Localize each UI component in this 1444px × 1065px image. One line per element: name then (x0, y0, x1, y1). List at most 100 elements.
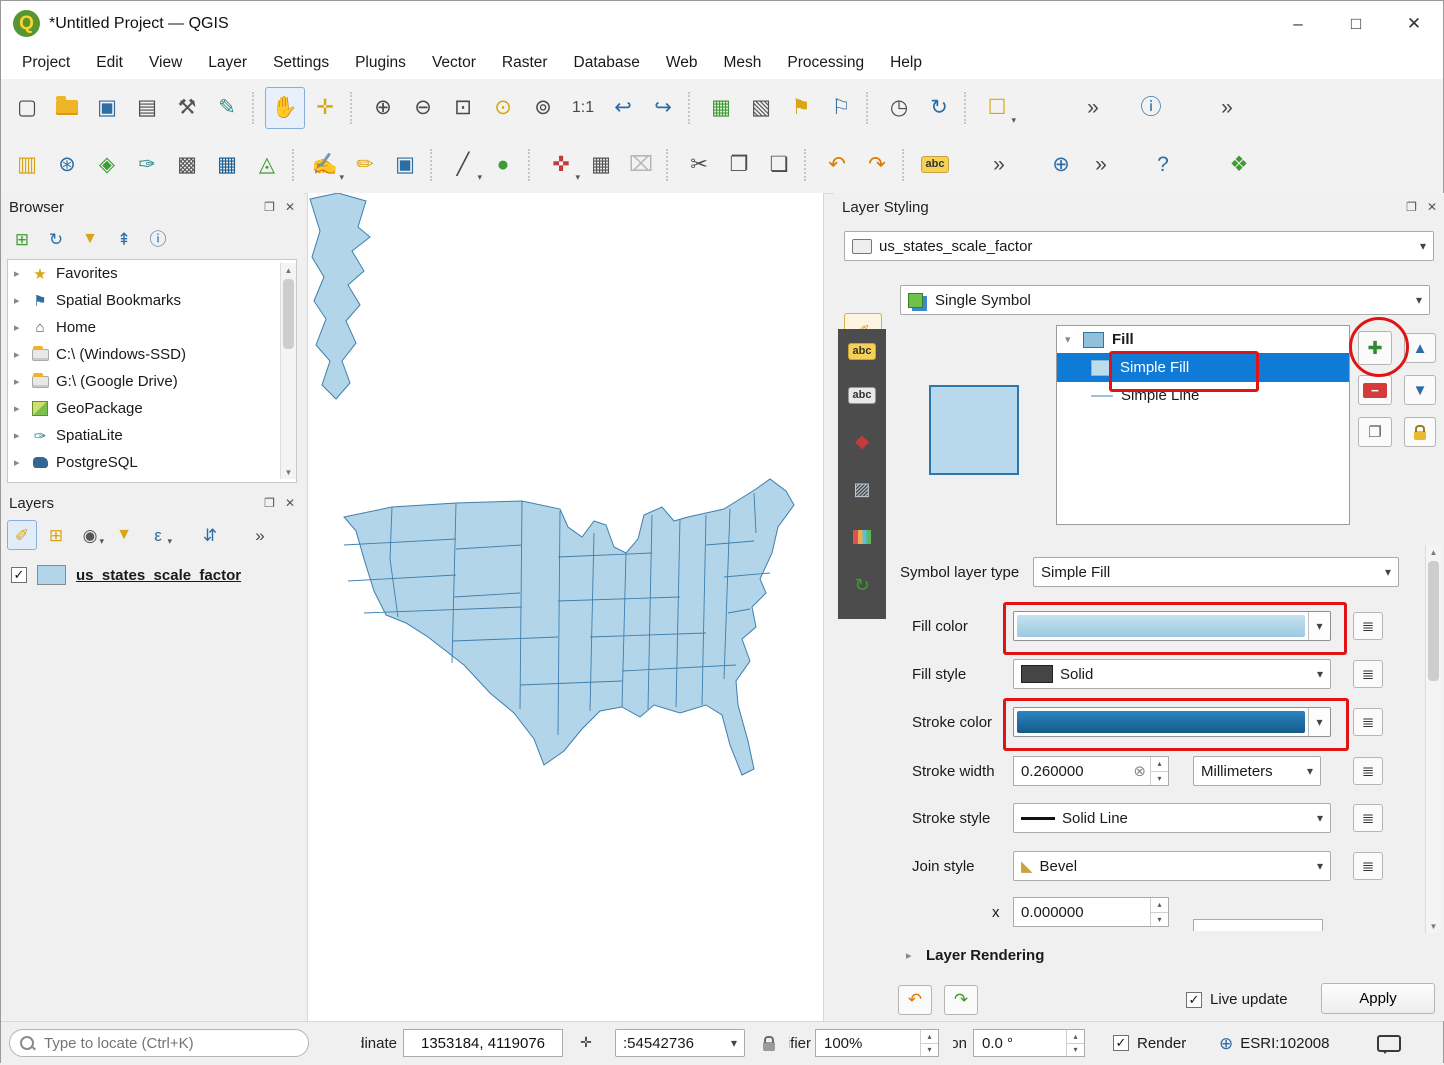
spinner-buttons[interactable]: ▴▾ (1150, 757, 1168, 785)
close-panel-icon[interactable]: ✕ (285, 200, 295, 214)
dropdown-arrow-icon[interactable]: ▾ (167, 536, 172, 547)
layer-visibility-checkbox[interactable]: ✓ (11, 567, 27, 583)
rotation-spinbox[interactable]: 0.0 ° ▴▾ (973, 1029, 1085, 1057)
layer-order-button[interactable]: ⇵ (195, 520, 225, 550)
copy-features-button[interactable]: ❐ (719, 144, 759, 186)
menu-item-vector[interactable]: Vector (419, 50, 489, 76)
layer-selector-combo[interactable]: us_states_scale_factor ▾ (844, 231, 1434, 261)
delete-selected-button[interactable]: ⌧ (621, 144, 661, 186)
offset-unit-combo-clipped[interactable] (1193, 919, 1323, 931)
stroke-width-unit-combo[interactable]: Millimeters▾ (1193, 756, 1321, 786)
duplicate-symbol-layer-button[interactable]: ❐ (1358, 417, 1392, 447)
filter-browser-button[interactable]: ▼ (75, 224, 105, 254)
undo-button[interactable]: ↶ (817, 144, 857, 186)
dropdown-arrow-icon[interactable]: ▾ (575, 172, 580, 183)
dropdown-arrow-icon[interactable]: ▾ (1011, 115, 1016, 126)
pan-to-selection-button[interactable]: ✛ (305, 87, 345, 129)
expand-arrow-icon[interactable]: ▸ (14, 375, 24, 388)
select-features-button[interactable]: ☐▾ (977, 87, 1017, 129)
digitize-with-segment-button[interactable]: ╱▾ (443, 144, 483, 186)
clear-value-icon[interactable]: ⊗ (1129, 762, 1150, 780)
show-spatial-bookmarks-button[interactable]: ⚐ (821, 87, 861, 129)
style-undo-button[interactable]: ↶ (898, 985, 932, 1015)
maximize-button[interactable]: □ (1327, 1, 1385, 46)
pan-map-button[interactable]: ✋ (265, 87, 305, 129)
magnifier-spinbox[interactable]: 100% ▴▾ (815, 1029, 939, 1057)
redo-button[interactable]: ↷ (857, 144, 897, 186)
spin-up-icon[interactable]: ▴ (921, 1030, 938, 1044)
zoom-in-button[interactable]: ⊕ (363, 87, 403, 129)
close-button[interactable]: ✕ (1385, 1, 1443, 46)
styling-scrollbar[interactable]: ▲ ▼ (1425, 545, 1441, 933)
offset-x-value[interactable]: 0.000000 (1021, 904, 1150, 921)
collapse-all-button[interactable]: ⇞ (109, 224, 139, 254)
scrollbar-thumb[interactable] (283, 279, 294, 349)
move-symbol-layer-down-button[interactable]: ▼ (1404, 375, 1436, 405)
spin-up-icon[interactable]: ▴ (1151, 757, 1168, 772)
open-layer-styling-button[interactable]: ✐ (7, 520, 37, 550)
metasearch-button[interactable]: ⊕ (1041, 144, 1081, 186)
scroll-down-icon[interactable]: ▼ (1426, 919, 1441, 933)
offset-x-spinbox[interactable]: 0.000000 ▴▾ (1013, 897, 1169, 927)
style-redo-button[interactable]: ↷ (944, 985, 978, 1015)
scroll-down-icon[interactable]: ▼ (281, 465, 296, 479)
tab-histogram[interactable] (838, 517, 886, 557)
menu-item-web[interactable]: Web (653, 50, 711, 76)
lock-symbol-layer-button[interactable] (1404, 417, 1436, 447)
scroll-up-icon[interactable]: ▲ (1426, 545, 1441, 559)
paste-features-button[interactable]: ❏ (759, 144, 799, 186)
menu-item-view[interactable]: View (136, 50, 195, 76)
crs-button[interactable]: ⊕ ESRI:102008 (1219, 1029, 1329, 1057)
label-toolbar-button[interactable]: abc (915, 144, 955, 186)
spin-down-icon[interactable]: ▾ (1067, 1044, 1084, 1057)
rotation-value[interactable]: 0.0 ° (982, 1035, 1066, 1052)
collapse-arrow-icon[interactable]: ▾ (1065, 333, 1075, 346)
browser-item-geopackage[interactable]: ▸GeoPackage (8, 395, 296, 422)
new-geopackage-layer-button[interactable]: ◈ (87, 144, 127, 186)
new-mesh-layer-button[interactable]: ◬ (247, 144, 287, 186)
browser-item-g-drive[interactable]: ▸G:\ (Google Drive) (8, 368, 296, 395)
browser-item-spatialite[interactable]: ▸✑SpatiaLite (8, 422, 296, 449)
spinner-buttons[interactable]: ▴▾ (1150, 898, 1168, 926)
magnifier-value[interactable]: 100% (824, 1035, 920, 1052)
menu-item-mesh[interactable]: Mesh (711, 50, 775, 76)
browser-item-c-drive[interactable]: ▸C:\ (Windows-SSD) (8, 341, 296, 368)
filter-legend-button[interactable]: ▼ (109, 520, 139, 550)
scrollbar-thumb[interactable] (1428, 561, 1439, 681)
new-virtual-layer-button[interactable]: ▦ (207, 144, 247, 186)
new-print-layout-button[interactable]: ▤ (127, 87, 167, 129)
spin-up-icon[interactable]: ▴ (1151, 898, 1168, 913)
zoom-next-button[interactable]: ↪ (643, 87, 683, 129)
messages-button[interactable] (1377, 1029, 1401, 1057)
menu-item-settings[interactable]: Settings (260, 50, 342, 76)
expand-arrow-icon[interactable]: ▸ (14, 267, 24, 280)
temporal-controller-button[interactable]: ◷ (879, 87, 919, 129)
symbol-layer-type-combo[interactable]: Simple Fill▾ (1033, 557, 1399, 587)
expand-arrow-icon[interactable]: ▸ (14, 402, 24, 415)
layer-row[interactable]: ✓ us_states_scale_factor (11, 565, 241, 585)
identify-features-button[interactable]: ⓘ (1131, 87, 1171, 129)
vertex-tool-button[interactable]: ✜▾ (541, 144, 581, 186)
add-symbol-layer-button[interactable]: ✚ (1358, 331, 1392, 365)
stroke-style-combo[interactable]: Solid Line ▾ (1013, 803, 1331, 833)
spinner-buttons[interactable]: ▴▾ (920, 1030, 938, 1056)
show-layout-manager-button[interactable]: ⚒ (167, 87, 207, 129)
toolbar-overflow-button[interactable]: » (979, 144, 1019, 186)
scale-value[interactable]: :54542736 (623, 1035, 694, 1052)
spin-down-icon[interactable]: ▾ (1151, 913, 1168, 927)
filter-by-expression-button[interactable]: ε▾ (143, 520, 173, 550)
data-defined-override-button[interactable]: ≣ (1353, 612, 1383, 640)
expand-arrow-icon[interactable]: ▸ (906, 949, 916, 962)
manage-map-themes-button[interactable]: ◉▾ (75, 520, 105, 550)
scale-combo[interactable]: :54542736 ▾ (615, 1029, 745, 1057)
new-shapefile-layer-button[interactable]: ✑ (127, 144, 167, 186)
new-spatial-bookmark-button[interactable]: ⚑ (781, 87, 821, 129)
data-defined-override-button[interactable]: ≣ (1353, 804, 1383, 832)
browser-item-postgresql[interactable]: ▸PostgreSQL (8, 449, 296, 476)
tab-history[interactable]: ↻ (838, 565, 886, 605)
remove-symbol-layer-button[interactable]: − (1358, 375, 1392, 405)
scale-lock-button[interactable] (763, 1029, 775, 1057)
close-panel-icon[interactable]: ✕ (285, 496, 295, 510)
fill-color-button[interactable]: ▾ (1013, 611, 1331, 641)
float-panel-icon[interactable]: ❐ (1406, 200, 1417, 214)
